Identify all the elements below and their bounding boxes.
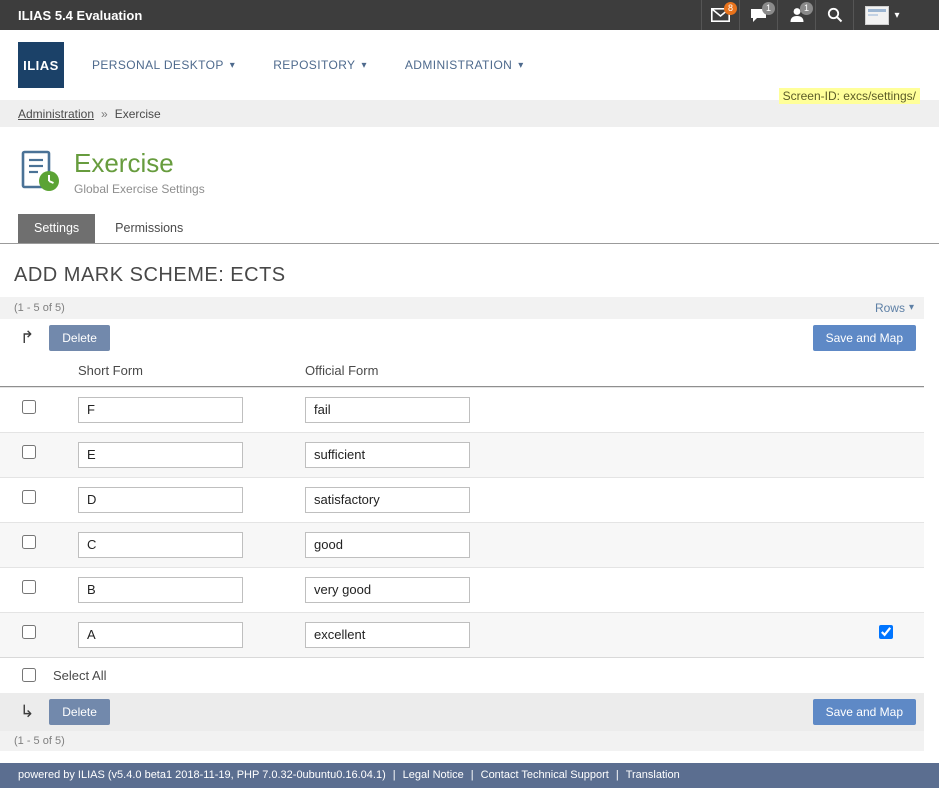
short-form-input[interactable]: [78, 442, 243, 468]
breadcrumb-separator: »: [101, 107, 108, 121]
table-toolbar-top: ↱ Delete Save and Map: [0, 319, 924, 357]
spacer: [0, 751, 939, 763]
ilias-logo[interactable]: ILIAS: [18, 42, 64, 88]
page-subtitle: Global Exercise Settings: [74, 182, 205, 196]
app-title: ILIAS 5.4 Evaluation: [0, 0, 142, 30]
delete-button-bottom[interactable]: Delete: [49, 699, 110, 725]
delete-button-top[interactable]: Delete: [49, 325, 110, 351]
breadcrumb-current: Exercise: [115, 107, 161, 121]
table-range-bottom: (1 - 5 of 5): [0, 731, 924, 751]
exercise-icon: [18, 149, 62, 193]
top-bar: ILIAS 5.4 Evaluation 8 1 1 ▾: [0, 0, 939, 30]
avatar: [865, 6, 889, 25]
select-all-label: Select All: [53, 668, 106, 683]
official-form-input[interactable]: [305, 622, 470, 648]
table-row: [0, 432, 924, 477]
row-select-checkbox[interactable]: [22, 625, 36, 639]
table-body: [0, 387, 924, 657]
user-badge: 1: [800, 2, 813, 15]
footer-link-legal-notice[interactable]: Legal Notice: [403, 769, 464, 781]
search-icon: [827, 7, 843, 23]
chevron-down-icon: ▾: [230, 60, 235, 71]
save-and-map-button-bottom[interactable]: Save and Map: [813, 699, 916, 725]
table-header-row: Short Form Official Form: [0, 357, 924, 387]
title-texts: Exercise Global Exercise Settings: [74, 149, 205, 196]
nav-label: REPOSITORY: [273, 58, 355, 72]
mail-button[interactable]: 8: [701, 0, 739, 30]
topbar-icon-group: 8 1 1 ▾: [701, 0, 911, 30]
passed-checkbox[interactable]: [879, 625, 893, 639]
table-row: [0, 567, 924, 612]
short-form-input[interactable]: [78, 397, 243, 423]
footer-separator: |: [393, 769, 396, 781]
nav-items: PERSONAL DESKTOP ▾ REPOSITORY ▾ ADMINIST…: [92, 58, 524, 72]
user-button[interactable]: 1: [777, 0, 815, 30]
table-row: [0, 387, 924, 432]
official-form-input[interactable]: [305, 487, 470, 513]
chevron-down-icon: ▾: [361, 60, 366, 71]
chevron-down-icon: ▾: [909, 302, 914, 313]
table-row: [0, 477, 924, 522]
nav-administration[interactable]: ADMINISTRATION ▾: [405, 58, 524, 72]
apply-selection-up-icon: ↱: [20, 329, 34, 346]
save-and-map-button-top[interactable]: Save and Map: [813, 325, 916, 351]
range-text: (1 - 5 of 5): [14, 302, 65, 314]
chevron-down-icon: ▾: [894, 10, 899, 21]
nav-label: PERSONAL DESKTOP: [92, 58, 224, 72]
footer-link-contact-support[interactable]: Contact Technical Support: [481, 769, 609, 781]
tab-permissions[interactable]: Permissions: [99, 214, 199, 243]
official-form-input[interactable]: [305, 532, 470, 558]
page-title: Exercise: [74, 149, 205, 178]
footer-powered-by: powered by ILIAS (v5.4.0 beta1 2018-11-1…: [18, 769, 386, 781]
table-row: [0, 612, 924, 657]
column-header-short-form: Short Form: [60, 363, 287, 378]
nav-personal-desktop[interactable]: PERSONAL DESKTOP ▾: [92, 58, 235, 72]
chat-badge: 1: [762, 2, 775, 15]
search-button[interactable]: [815, 0, 853, 30]
short-form-input[interactable]: [78, 487, 243, 513]
range-text: (1 - 5 of 5): [14, 735, 65, 747]
short-form-input[interactable]: [78, 577, 243, 603]
rows-dropdown[interactable]: Rows ▾: [875, 301, 914, 315]
official-form-input[interactable]: [305, 442, 470, 468]
apply-selection-down-icon: ↳: [20, 703, 34, 720]
nav-label: ADMINISTRATION: [405, 58, 512, 72]
row-select-checkbox[interactable]: [22, 490, 36, 504]
tab-settings[interactable]: Settings: [18, 214, 95, 243]
chevron-down-icon: ▾: [518, 60, 523, 71]
table-toolbar-bottom: ↳ Delete Save and Map: [0, 693, 924, 731]
mark-scheme-table: (1 - 5 of 5) Rows ▾ ↱ Delete Save and Ma…: [0, 297, 924, 751]
select-all-row: Select All: [0, 657, 924, 693]
row-select-checkbox[interactable]: [22, 400, 36, 414]
nav-repository[interactable]: REPOSITORY ▾: [273, 58, 367, 72]
breadcrumb-administration[interactable]: Administration: [18, 107, 94, 121]
mail-badge: 8: [724, 2, 737, 15]
footer-separator: |: [616, 769, 619, 781]
row-select-checkbox[interactable]: [22, 580, 36, 594]
rows-dropdown-label: Rows: [875, 301, 905, 315]
table-range-top: (1 - 5 of 5) Rows ▾: [0, 297, 924, 319]
chat-button[interactable]: 1: [739, 0, 777, 30]
short-form-input[interactable]: [78, 532, 243, 558]
table-row: [0, 522, 924, 567]
section-title: ADD MARK SCHEME: ECTS: [14, 264, 939, 287]
column-header-official-form: Official Form: [287, 363, 847, 378]
footer-link-translation[interactable]: Translation: [626, 769, 680, 781]
screen-id-label: Screen-ID: excs/settings/: [779, 88, 920, 104]
row-select-checkbox[interactable]: [22, 535, 36, 549]
select-all-checkbox[interactable]: [22, 668, 36, 682]
official-form-input[interactable]: [305, 397, 470, 423]
page-header: Exercise Global Exercise Settings: [18, 149, 939, 196]
row-select-checkbox[interactable]: [22, 445, 36, 459]
footer-separator: |: [471, 769, 474, 781]
footer: powered by ILIAS (v5.4.0 beta1 2018-11-1…: [0, 763, 939, 788]
breadcrumb: Administration » Exercise: [0, 100, 939, 127]
official-form-input[interactable]: [305, 577, 470, 603]
profile-menu-button[interactable]: ▾: [853, 0, 911, 30]
tab-bar: Settings Permissions: [0, 214, 939, 244]
short-form-input[interactable]: [78, 622, 243, 648]
